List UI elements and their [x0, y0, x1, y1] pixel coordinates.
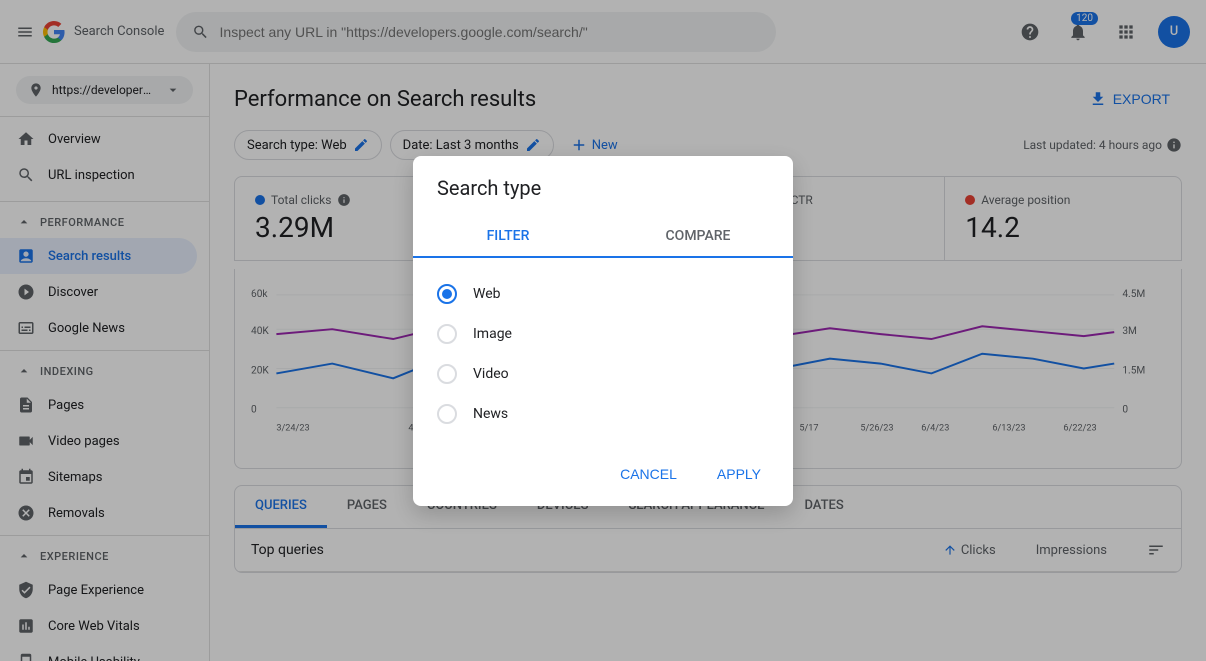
radio-news-label: News	[473, 406, 508, 422]
dialog-title: Search type	[413, 156, 793, 216]
search-type-dialog: Search type FILTER COMPARE Web Image Vid…	[413, 156, 793, 506]
dialog-actions: CANCEL APPLY	[413, 450, 793, 506]
radio-image-circle[interactable]	[437, 324, 457, 344]
radio-news-circle[interactable]	[437, 404, 457, 424]
dialog-tabs: FILTER COMPARE	[413, 216, 793, 258]
radio-video-label: Video	[473, 366, 509, 382]
dialog-overlay[interactable]: Search type FILTER COMPARE Web Image Vid…	[0, 0, 1206, 661]
radio-web[interactable]: Web	[437, 274, 769, 314]
radio-news[interactable]: News	[437, 394, 769, 434]
radio-web-circle[interactable]	[437, 284, 457, 304]
radio-image-label: Image	[473, 326, 512, 342]
cancel-button[interactable]: CANCEL	[604, 458, 693, 490]
dialog-body: Web Image Video News	[413, 258, 793, 450]
radio-video-circle[interactable]	[437, 364, 457, 384]
apply-button[interactable]: APPLY	[701, 458, 777, 490]
radio-video[interactable]: Video	[437, 354, 769, 394]
radio-web-inner	[442, 289, 452, 299]
radio-web-label: Web	[473, 286, 501, 302]
dialog-tab-compare[interactable]: COMPARE	[603, 216, 793, 256]
radio-image[interactable]: Image	[437, 314, 769, 354]
dialog-tab-filter[interactable]: FILTER	[413, 216, 603, 258]
